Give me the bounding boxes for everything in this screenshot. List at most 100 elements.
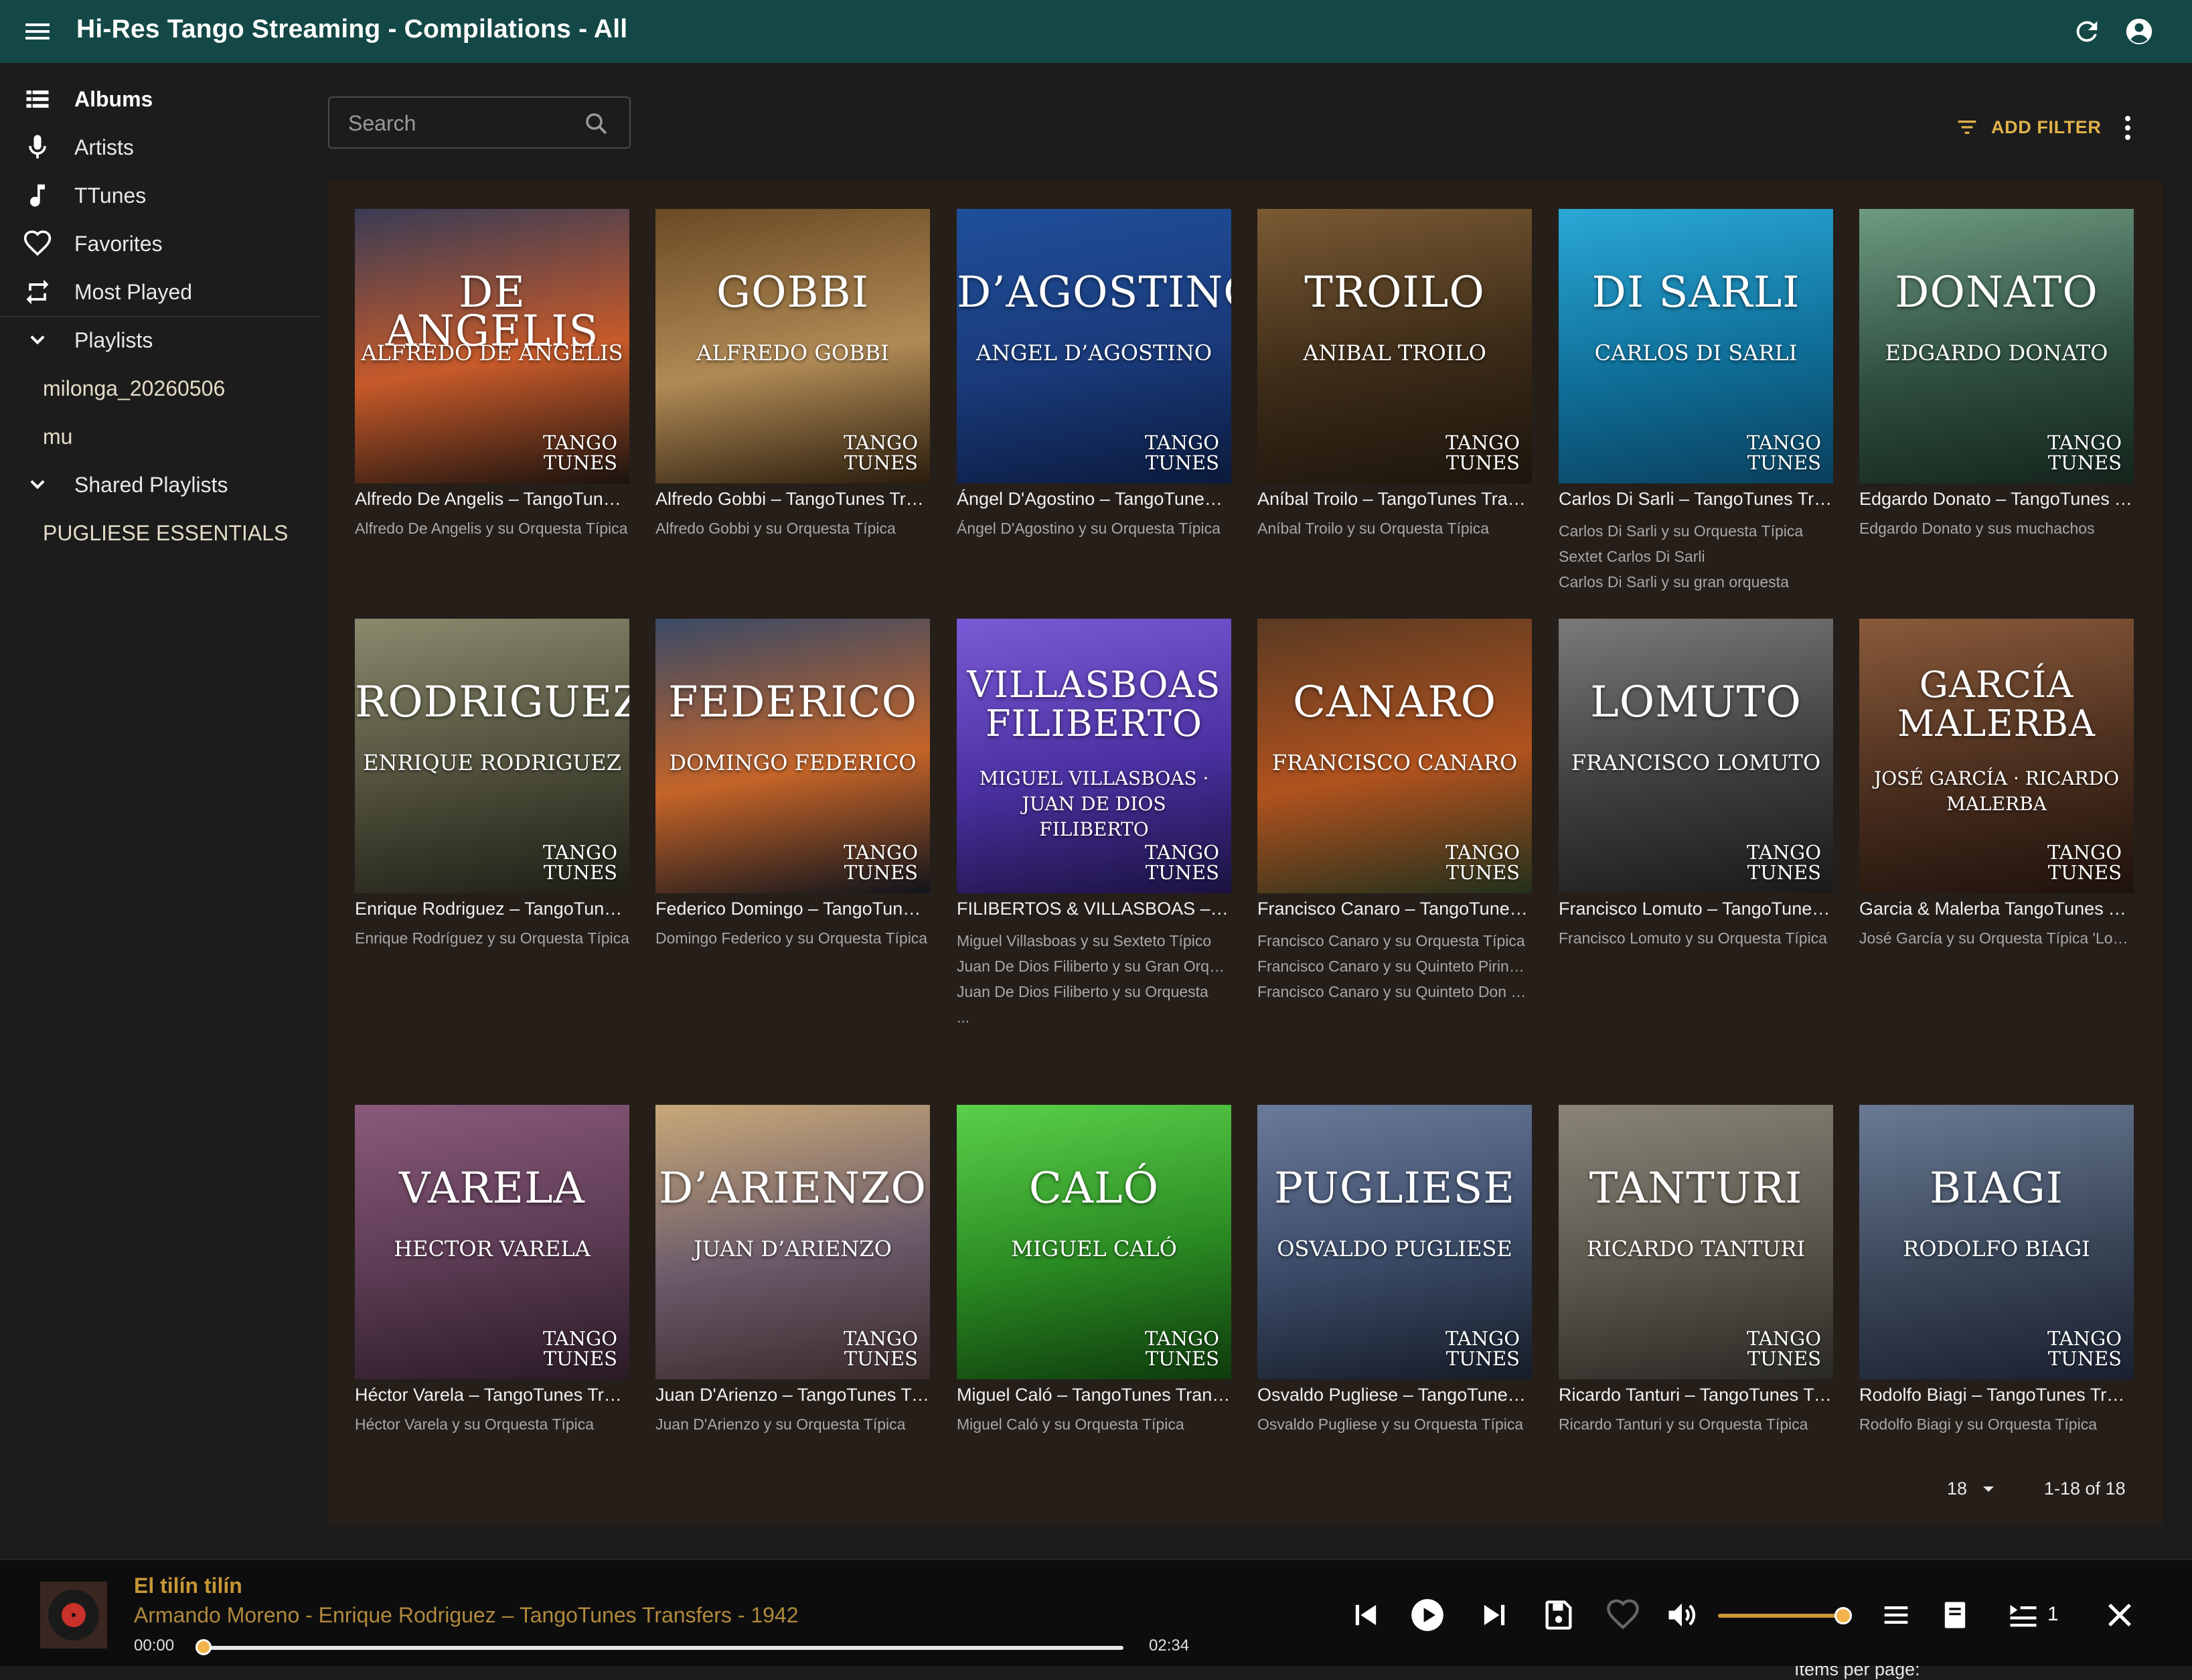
sidebar-item-label: Favorites [74,231,163,256]
search-input[interactable] [347,107,570,139]
refresh-icon[interactable] [2071,16,2102,47]
album-cover[interactable]: D’ARIENZO JUAN D’ARIENZO TANGO TUNES [655,1105,930,1379]
queue-icon[interactable] [2006,1598,2041,1632]
cover-subtitle: CARLOS DI SARLI [1594,340,1798,366]
artist-line: Enrique Rodríguez y su Orquesta Típica [355,929,629,947]
sidebar-item-playlist[interactable]: milonga_20260506 [0,368,321,408]
album-title[interactable]: Héctor Varela – TangoTunes Transfers [355,1385,629,1405]
sidebar-section-shared-playlists[interactable]: Shared Playlists [0,465,321,505]
app-title: Hi-Res Tango Streaming - Compilations - … [76,15,628,44]
duration-time: 02:34 [1149,1636,1190,1655]
cover-brand: TANGO TUNES [2047,842,2122,883]
album-title[interactable]: Edgardo Donato – TangoTunes Transfers [1859,489,2134,510]
volume-handle[interactable] [1834,1607,1852,1624]
album-artists: Osvaldo Pugliese y su Orquesta Típica [1257,1411,1532,1437]
artist-line: Juan De Dios Filiberto y su Gran Orquest… [957,958,1231,975]
album-title[interactable]: Federico Domingo – TangoTunes Transfers [655,899,930,919]
favorite-heart-icon[interactable] [1606,1598,1640,1632]
more-options-icon[interactable] [2114,112,2141,143]
album-title[interactable]: Francisco Canaro – TangoTunes Transfers [1257,899,1532,919]
album-cover[interactable]: VARELA HECTOR VARELA TANGO TUNES [355,1105,629,1379]
hamburger-menu-icon[interactable] [23,18,52,45]
cover-brand: TANGO TUNES [1145,842,1219,883]
album-title[interactable]: Rodolfo Biagi – TangoTunes Transfers [1859,1385,2134,1405]
album-cover[interactable]: DONATO EDGARDO DONATO TANGO TUNES [1859,209,2134,483]
microphone-icon [23,133,52,162]
skip-next-icon[interactable] [1477,1598,1512,1632]
album-cover[interactable]: TANTURI RICARDO TANTURI TANGO TUNES [1559,1105,1833,1379]
album-title[interactable]: Enrique Rodriguez – TangoTunes Transfers [355,899,629,919]
album-cover[interactable]: DI SARLI CARLOS DI SARLI TANGO TUNES [1559,209,1833,483]
album-cover[interactable]: RODRIGUEZ ENRIQUE RODRIGUEZ TANGO TUNES [355,619,629,893]
filter-icon [1954,114,1980,141]
album-cover[interactable]: VILLASBOAS FILIBERTO MIGUEL VILLASBOAS · … [957,619,1231,893]
volume-icon[interactable] [1664,1598,1699,1632]
playlist-label: mu [43,424,73,449]
cover-subtitle: ANGEL D’AGOSTINO [975,340,1212,366]
close-icon[interactable] [2102,1598,2137,1632]
now-playing-artwork[interactable] [40,1582,107,1649]
album-cover[interactable]: TROILO ANIBAL TROILO TANGO TUNES [1257,209,1532,483]
album-cover[interactable]: CALÓ MIGUEL CALÓ TANGO TUNES [957,1105,1231,1379]
album-title[interactable]: Ricardo Tanturi – TangoTunes Transfers [1559,1385,1833,1405]
album-cover[interactable]: LOMUTO FRANCISCO LOMUTO TANGO TUNES [1559,619,1833,893]
skip-previous-icon[interactable] [1348,1598,1383,1632]
sidebar-item-ttunes[interactable]: TTunes [0,175,321,216]
items-per-page-select[interactable]: 18 [1947,1476,2001,1503]
progress-slider[interactable] [204,1646,1123,1650]
app-bar: Hi-Res Tango Streaming - Compilations - … [0,0,2192,63]
album-title[interactable]: Francisco Lomuto – TangoTunes Transfers [1559,899,1833,919]
album-title[interactable]: Miguel Caló – TangoTunes Transfers [957,1385,1231,1405]
album-title[interactable]: Aníbal Troilo – TangoTunes Transfers [1257,489,1532,510]
sidebar-item-artists[interactable]: Artists [0,127,321,167]
album-title[interactable]: FILIBERTOS & VILLASBOAS – TangoTunes Tra… [957,899,1231,919]
album-title[interactable]: Alfredo Gobbi – TangoTunes Transfers [655,489,930,510]
sidebar-item-shared-playlist[interactable]: PUGLIESE ESSENTIALS [0,513,321,553]
add-filter-button[interactable]: ADD FILTER [1954,112,2101,142]
album-title[interactable]: Osvaldo Pugliese – TangoTunes Transfers [1257,1385,1532,1405]
album-cover[interactable]: GOBBI ALFREDO GOBBI TANGO TUNES [655,209,930,483]
brand-line: TANGO [1445,431,1520,454]
sidebar-divider [0,316,321,317]
album-artists: Francisco Lomuto y su Orquesta Típica [1559,925,1833,951]
sidebar-item-albums[interactable]: Albums [0,79,321,119]
save-icon[interactable] [1541,1598,1576,1632]
account-icon[interactable] [2124,16,2155,47]
sidebar-item-most-played[interactable]: Most Played [0,272,321,312]
volume-slider[interactable] [1718,1614,1852,1618]
album-artists: Héctor Varela y su Orquesta Típica [355,1411,629,1437]
search-icon[interactable] [582,110,611,138]
sidebar-item-favorites[interactable]: Favorites [0,224,321,264]
album-cover[interactable]: DE ANGELIS ALFREDO DE ANGELIS TANGO TUNES [355,209,629,483]
lyrics-icon[interactable] [1938,1598,1972,1632]
album-cover[interactable]: GARCÍA MALERBA JOSÉ GARCÍA · RICARDO MALE… [1859,619,2134,893]
album-cover[interactable]: CANARO FRANCISCO CANARO TANGO TUNES [1257,619,1532,893]
album-title[interactable]: Carlos Di Sarli – TangoTunes Transfers [1559,489,1833,510]
play-icon[interactable] [1410,1598,1445,1632]
brand-line: TANGO [542,841,617,864]
artist-line: Domingo Federico y su Orquesta Típica [655,929,928,947]
brand-line: TANGO [1746,841,1821,864]
progress-handle[interactable] [195,1639,212,1655]
cover-subtitle: FRANCISCO LOMUTO [1571,750,1821,775]
artist-line: Ricardo Tanturi y su Orquesta Típica [1559,1416,1808,1433]
album-title[interactable]: Ángel D'Agostino – TangoTunes Transfers [957,489,1231,510]
artist-line: Juan De Dios Filiberto y su Orquesta [957,983,1208,1000]
brand-line: TUNES [844,1347,918,1370]
sidebar-item-playlist[interactable]: mu [0,416,321,457]
cover-brand: TANGO TUNES [1445,1328,1520,1369]
cover-title: VILLASBOAS FILIBERTO [967,664,1221,745]
sidebar-section-playlists[interactable]: Playlists [0,320,321,360]
album-cover[interactable]: FEDERICO DOMINGO FEDERICO TANGO TUNES [655,619,930,893]
cover-title: DONATO [1895,268,2098,317]
playlist-menu-icon[interactable] [1879,1598,1913,1632]
album-cover[interactable]: BIAGI RODOLFO BIAGI TANGO TUNES [1859,1105,2134,1379]
album-title[interactable]: Alfredo De Angelis – TangoTunes Transfer… [355,489,629,510]
album-cover[interactable]: D’AGOSTINO ANGEL D’AGOSTINO TANGO TUNES [957,209,1231,483]
brand-line: TANGO [1445,841,1520,864]
album-title[interactable]: Juan D'Arienzo – TangoTunes Transfers [655,1385,930,1405]
album-title[interactable]: Garcia & Malerba TangoTunes Transfers [1859,899,2134,919]
album-cover[interactable]: PUGLIESE OSVALDO PUGLIESE TANGO TUNES [1257,1105,1532,1379]
cover-title: DE ANGELIS [385,268,599,356]
artist-line: Edgardo Donato y sus muchachos [1859,520,2095,537]
